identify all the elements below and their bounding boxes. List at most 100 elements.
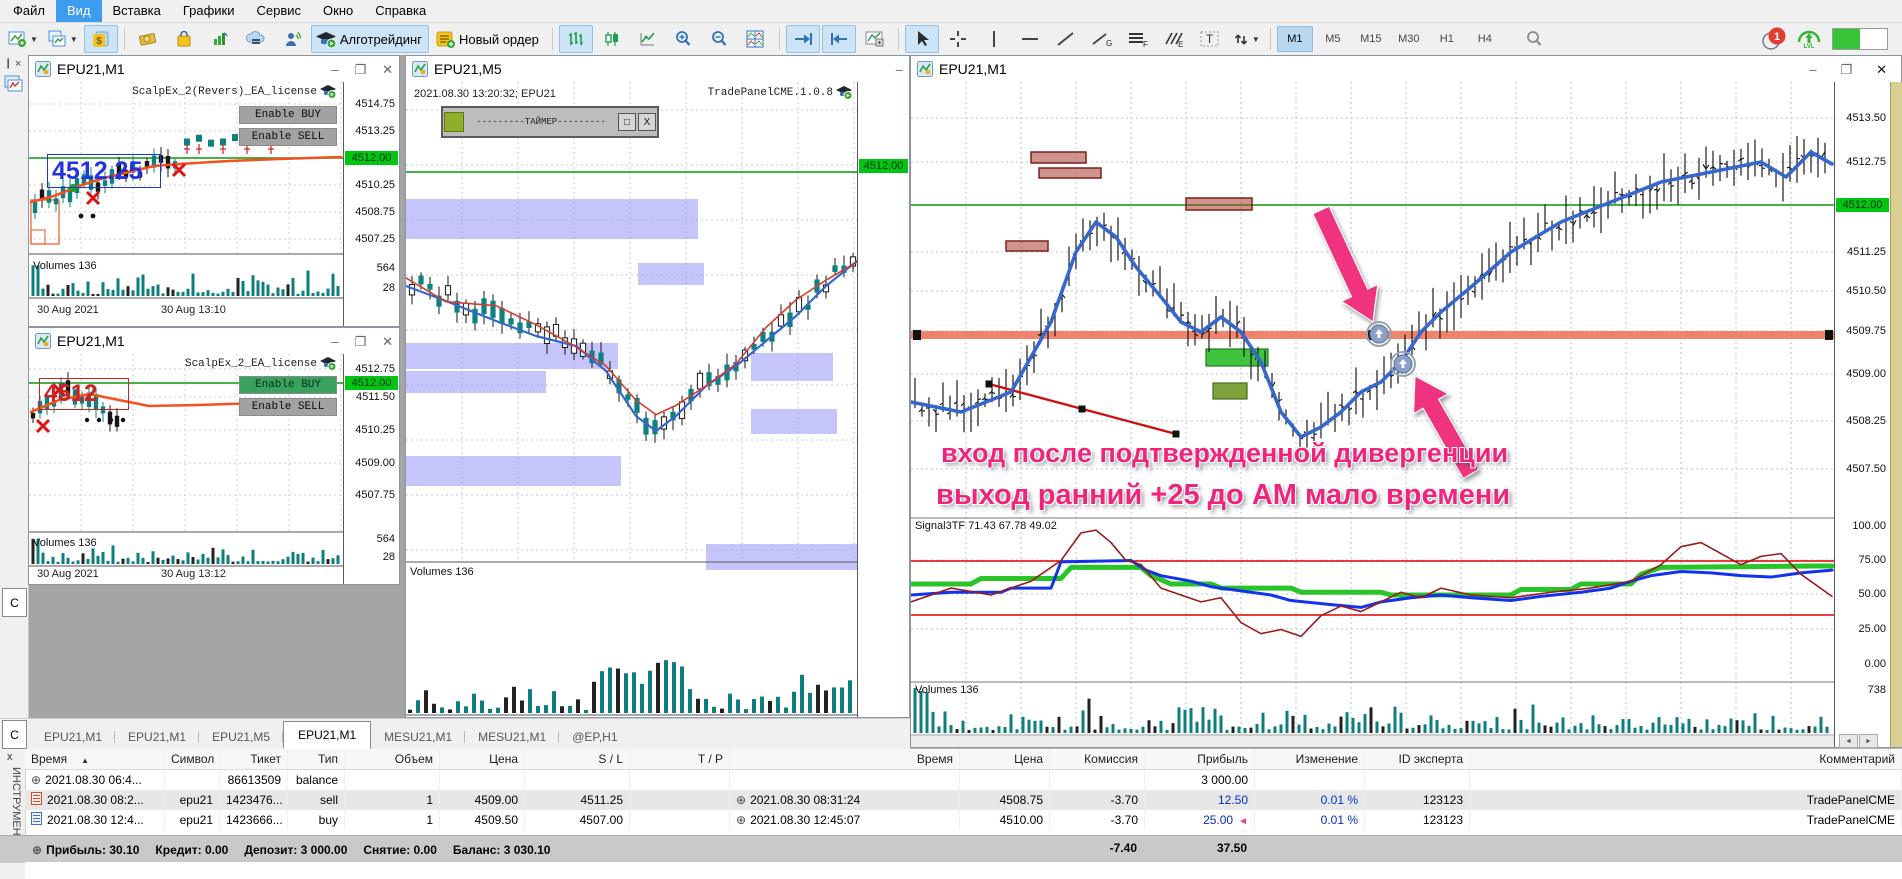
crosshair-button[interactable] xyxy=(941,25,975,53)
timeframe-button-M30[interactable]: M30 xyxy=(1391,26,1427,52)
column-header-ticket[interactable]: Тикет xyxy=(220,749,288,769)
zoom-in-button[interactable] xyxy=(667,25,701,53)
line-chart-button[interactable] xyxy=(631,25,665,53)
angle-trendline-button[interactable]: G xyxy=(1085,25,1119,53)
scroll-left-button[interactable]: ◄ xyxy=(1839,734,1858,748)
zoom-out-button[interactable] xyxy=(703,25,737,53)
indicators-button[interactable] xyxy=(858,25,892,53)
menu-item-1[interactable]: Файл xyxy=(2,0,56,22)
chart-panel-icon[interactable] xyxy=(4,75,24,93)
chart-tab-5[interactable]: MESU21,M1 xyxy=(371,725,465,749)
chart-shift-button[interactable] xyxy=(822,25,856,53)
price-chart-canvas[interactable] xyxy=(406,82,858,717)
expand-icon[interactable]: ⊕ xyxy=(32,843,42,857)
chart-tab-6[interactable]: MESU21,M1 xyxy=(465,725,559,749)
enable-buy-button[interactable]: Enable BUY xyxy=(239,106,337,124)
enable-buy-button[interactable]: Enable BUY xyxy=(239,376,337,394)
vps-button[interactable] xyxy=(239,25,273,53)
close-button[interactable]: ✕ xyxy=(382,63,393,76)
close-button[interactable]: ✕ xyxy=(1876,63,1887,76)
column-header-expert_id[interactable]: ID эксперта xyxy=(1365,749,1470,769)
column-header-change[interactable]: Изменение xyxy=(1255,749,1365,769)
horizontal-line-button[interactable] xyxy=(1013,25,1047,53)
minimize-button[interactable]: – xyxy=(896,63,903,76)
timer-mini-window[interactable]: ---------ТАЙМЕР--------- □ X xyxy=(441,106,659,138)
window-titlebar[interactable]: EPU21,M1 –❐✕ xyxy=(29,56,399,83)
column-header-sl[interactable]: S / L xyxy=(525,749,630,769)
table-row[interactable]: ⊕2021.08.30 06:4...86613509balance3 000.… xyxy=(25,770,1902,790)
price-scale[interactable]: 4513.504512.754511.254510.504509.754509.… xyxy=(1835,82,1890,747)
column-header-commission[interactable]: Комиссия xyxy=(1050,749,1145,769)
minimize-button[interactable]: – xyxy=(331,63,338,76)
price-chart-canvas[interactable] xyxy=(911,82,1835,747)
menu-item-2[interactable]: Вид xyxy=(56,0,102,22)
maximize-button[interactable]: ❐ xyxy=(354,335,366,348)
timer-close-button[interactable]: X xyxy=(638,113,656,131)
column-header-price[interactable]: Цена xyxy=(440,749,525,769)
chart-window-epu21-m5[interactable]: EPU21,M5 – 4512.00 2021.08.30 13:20:32; … xyxy=(405,55,910,718)
new-order-button[interactable]: Новый ордер xyxy=(431,25,546,53)
vertical-line-button[interactable] xyxy=(977,25,1011,53)
chart-window-epu21-m1-main[interactable]: EPU21,M1 –❐✕ xyxy=(910,55,1902,748)
toolbox-close-icon[interactable]: x xyxy=(7,751,13,763)
fibo-channel-button[interactable]: E xyxy=(1157,25,1191,53)
chevron-down-icon[interactable]: ▼ xyxy=(30,35,38,44)
chevron-down-icon[interactable]: ▼ xyxy=(70,35,78,44)
column-header-close_price[interactable]: Цена xyxy=(960,749,1050,769)
column-header-tp[interactable]: T / P xyxy=(630,749,730,769)
menu-item-3[interactable]: Вставка xyxy=(102,0,172,22)
lvl-indicator[interactable]: LVL xyxy=(1796,30,1822,49)
algo-trading-button[interactable]: Алготрейдинг xyxy=(311,25,429,53)
menu-item-5[interactable]: Сервис xyxy=(246,0,313,22)
candles-chart-button[interactable] xyxy=(595,25,629,53)
column-header-time[interactable]: Время▲ xyxy=(25,749,165,769)
price-scale[interactable]: 4514.754513.254510.254508.754507.254512.… xyxy=(344,82,399,326)
minimize-button[interactable]: – xyxy=(331,335,338,348)
market-button[interactable] xyxy=(167,25,201,53)
timeframe-button-M5[interactable]: M5 xyxy=(1315,26,1351,52)
finance-button[interactable]: $ xyxy=(84,25,118,53)
community-button[interactable] xyxy=(275,25,309,53)
timer-restore-button[interactable]: □ xyxy=(618,113,636,131)
side-scrollbar[interactable] xyxy=(1890,82,1902,747)
minimize-button[interactable]: – xyxy=(1809,63,1816,76)
trade-history-table[interactable]: Время▲СимволТикетТипОбъемЦенаS / LT / PВ… xyxy=(25,749,1902,830)
chart-tab-1[interactable]: EPU21,M1 xyxy=(31,725,115,749)
chart-tab-3[interactable]: EPU21,M5 xyxy=(199,725,283,749)
column-header-symbol[interactable]: Символ xyxy=(165,749,220,769)
auto-scroll-button[interactable] xyxy=(786,25,820,53)
chart-window-epu21-m1-a[interactable]: EPU21,M1 –❐✕ 4514.754513.254510.254508.7… xyxy=(28,55,400,327)
tile-windows-button[interactable] xyxy=(739,25,773,53)
search-button[interactable] xyxy=(1517,25,1551,53)
fibo-lines-button[interactable]: F xyxy=(1121,25,1155,53)
timeframe-d1-clipped[interactable]: D1 xyxy=(1505,26,1515,52)
dock-pin-icon[interactable]: ❙ xyxy=(4,58,12,69)
new-chart-button[interactable]: ▼ xyxy=(4,25,42,53)
menu-item-7[interactable]: Справка xyxy=(364,0,437,22)
column-header-type[interactable]: Тип xyxy=(288,749,345,769)
timeframe-button-M15[interactable]: M15 xyxy=(1353,26,1389,52)
price-scale[interactable]: 4512.00 xyxy=(858,82,909,717)
maximize-button[interactable]: ❐ xyxy=(1840,63,1852,76)
chart-tab-7[interactable]: @EP,H1 xyxy=(559,725,630,749)
window-titlebar[interactable]: EPU21,M5 – xyxy=(406,56,909,83)
chart-tab-4[interactable]: EPU21,M1 xyxy=(283,721,371,749)
timeframe-button-H1[interactable]: H1 xyxy=(1429,26,1465,52)
enable-sell-button[interactable]: Enable SELL xyxy=(239,128,337,146)
column-header-close_time[interactable]: Время xyxy=(730,749,960,769)
maximize-button[interactable]: ❐ xyxy=(354,63,366,76)
chevron-down-icon[interactable]: ▼ xyxy=(1252,35,1260,44)
column-header-comment[interactable]: Комментарий xyxy=(1470,749,1902,769)
collapsed-panel-tab-c[interactable]: C xyxy=(2,588,27,617)
dock-close-icon[interactable]: × xyxy=(15,58,21,70)
notifications-button[interactable]: 1 xyxy=(1762,27,1786,51)
signals-button[interactable] xyxy=(203,25,237,53)
table-row[interactable]: 2021.08.30 08:2...epu211423476...sell145… xyxy=(25,790,1902,810)
collapsed-panel-tab-c2[interactable]: C xyxy=(2,720,27,749)
enable-sell-button[interactable]: Enable SELL xyxy=(239,398,337,416)
menu-item-4[interactable]: Графики xyxy=(172,0,246,22)
chart-tab-2[interactable]: EPU21,M1 xyxy=(115,725,199,749)
payments-button[interactable] xyxy=(131,25,165,53)
cursor-button[interactable] xyxy=(905,25,939,53)
chart-window-epu21-m1-b[interactable]: EPU21,M1 –❐✕ 4512.754511.504510.254509.0… xyxy=(28,327,400,585)
